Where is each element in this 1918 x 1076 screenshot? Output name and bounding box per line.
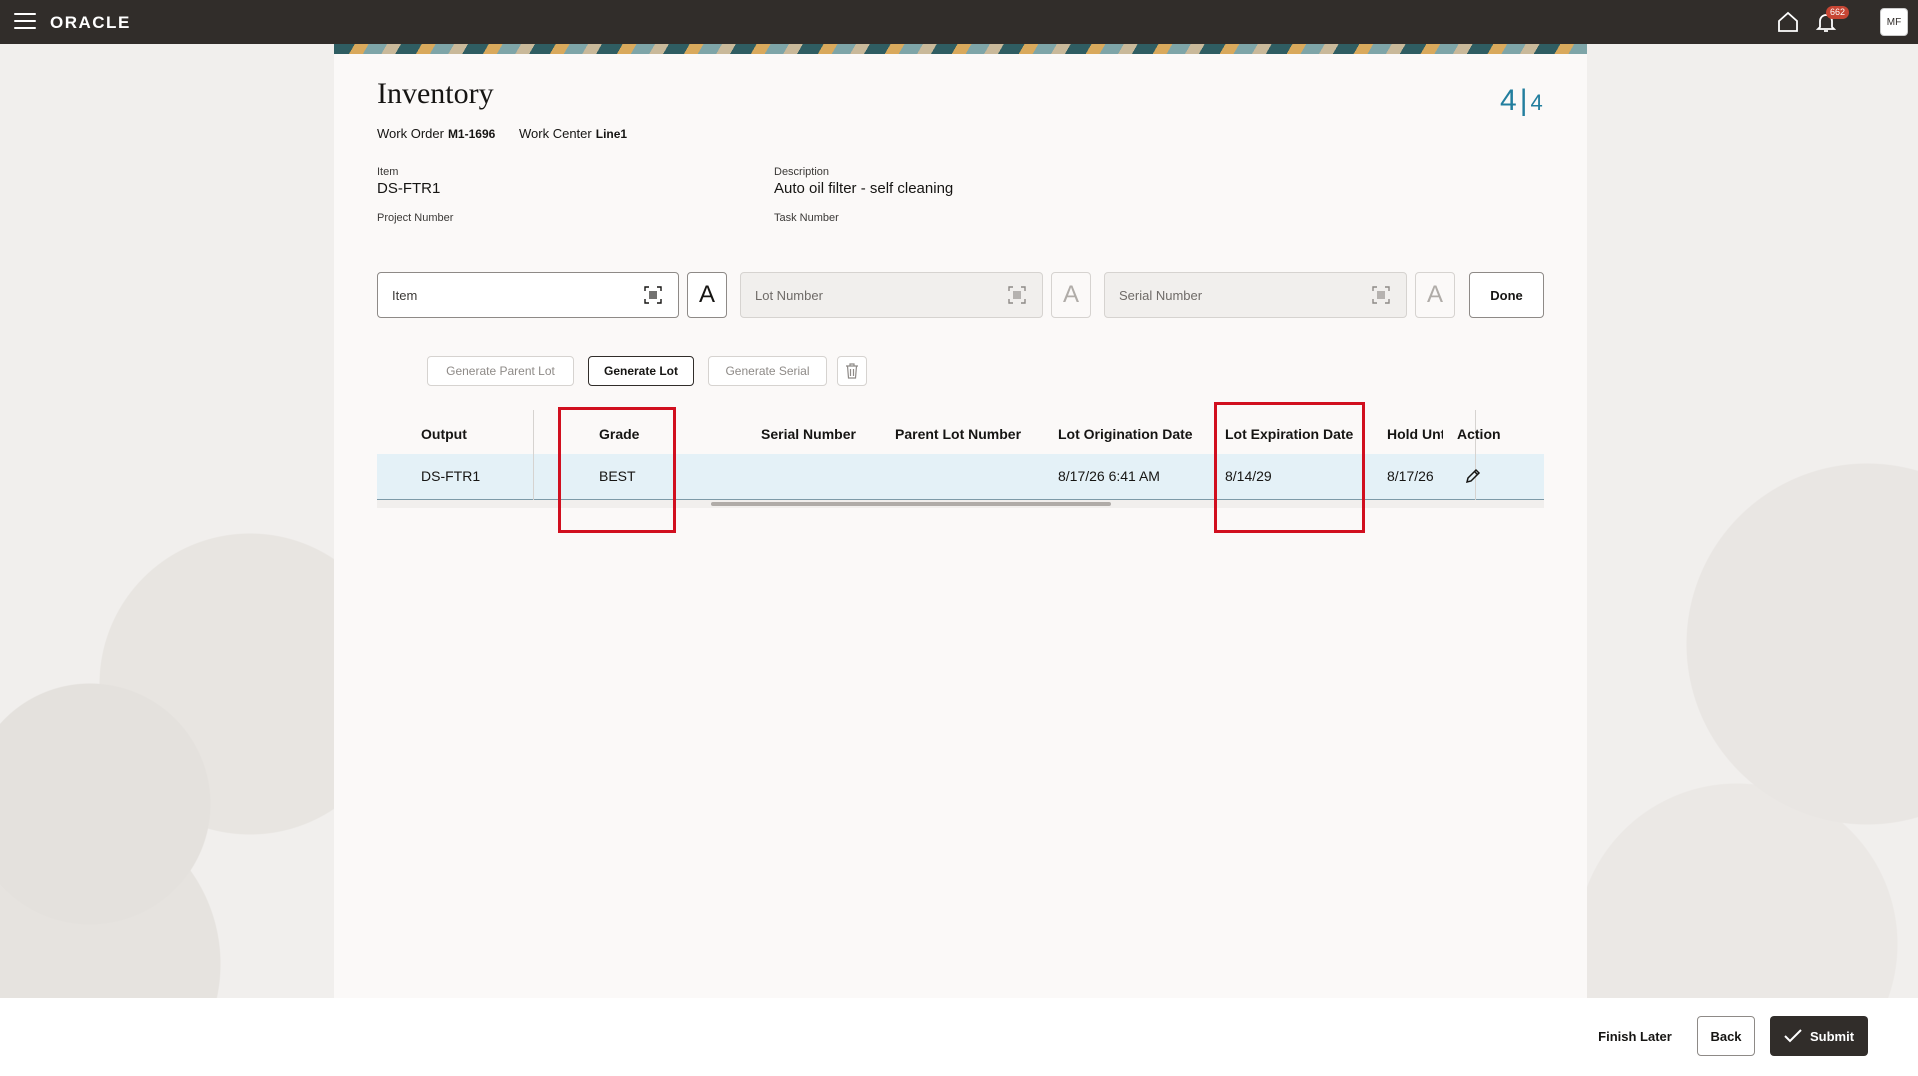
check-icon: [1784, 1029, 1802, 1043]
global-header: ORACLE 662 MF: [0, 0, 1918, 44]
description-label: Description: [774, 166, 830, 178]
highlight-lot-expiration-column: [1214, 402, 1365, 533]
finish-later-button[interactable]: Finish Later: [1587, 1016, 1683, 1056]
item-label: Item: [377, 166, 399, 178]
header-hold-until-date[interactable]: Hold Until Date: [1387, 426, 1443, 442]
cell-lot-origination-date: 8/17/26 6:41 AM: [1058, 468, 1160, 484]
serial-font-toggle-icon[interactable]: A: [1415, 272, 1455, 318]
page-title: Inventory: [377, 77, 494, 110]
background-pattern-right: [1587, 44, 1918, 998]
step-indicator: 4 | 4: [1500, 84, 1543, 118]
header-serial-number[interactable]: Serial Number: [761, 426, 856, 442]
step-current: 4: [1500, 84, 1517, 117]
highlight-grade-column: [558, 407, 676, 533]
barcode-scan-icon[interactable]: [1372, 286, 1390, 304]
decorative-banner: [334, 44, 1587, 54]
table-row[interactable]: [377, 454, 1544, 500]
barcode-scan-icon[interactable]: [1008, 286, 1026, 304]
project-number-label: Project Number: [377, 212, 454, 224]
work-order: Work Order M1-1696: [377, 126, 495, 141]
header-lot-origination-date[interactable]: Lot Origination Date: [1058, 426, 1193, 442]
done-button[interactable]: Done: [1469, 272, 1544, 318]
header-parent-lot-number[interactable]: Parent Lot Number: [895, 426, 1021, 442]
inventory-page: Inventory 4 | 4 Work Order M1-1696 Work C…: [334, 44, 1587, 998]
generate-serial-button[interactable]: Generate Serial: [708, 356, 827, 386]
item-font-toggle-icon[interactable]: A: [687, 272, 727, 318]
notification-badge: 662: [1826, 6, 1850, 19]
scrollbar-thumb[interactable]: [711, 502, 1111, 506]
item-input[interactable]: Item: [377, 272, 679, 318]
header-output[interactable]: Output: [421, 426, 467, 442]
cell-output: DS-FTR1: [421, 468, 481, 484]
work-center: Work Center Line1: [519, 126, 627, 141]
menu-icon[interactable]: [14, 13, 36, 31]
home-icon[interactable]: [1776, 10, 1800, 34]
lot-font-toggle-icon[interactable]: A: [1051, 272, 1091, 318]
column-divider: [533, 410, 534, 500]
back-button[interactable]: Back: [1697, 1016, 1755, 1056]
output-table: Output Grade Serial Number Parent Lot Nu…: [377, 410, 1544, 508]
item-input-placeholder: Item: [392, 287, 418, 303]
work-order-label: Work Order: [377, 126, 444, 141]
lot-number-input[interactable]: Lot Number: [740, 272, 1043, 318]
serial-number-input[interactable]: Serial Number: [1104, 272, 1407, 318]
description-value: Auto oil filter - self cleaning: [774, 180, 954, 197]
delete-button[interactable]: [837, 356, 867, 386]
generate-lot-button[interactable]: Generate Lot: [588, 356, 694, 386]
work-center-value: Line1: [595, 127, 628, 141]
column-divider: [1475, 410, 1476, 500]
work-order-value: M1-1696: [447, 127, 496, 141]
submit-label: Submit: [1809, 1028, 1855, 1044]
task-number-label: Task Number: [774, 212, 839, 224]
submit-button[interactable]: Submit: [1770, 1016, 1868, 1056]
generate-parent-lot-button[interactable]: Generate Parent Lot: [427, 356, 574, 386]
user-avatar[interactable]: MF: [1880, 8, 1908, 36]
barcode-scan-icon[interactable]: [644, 286, 662, 304]
step-separator: |: [1519, 84, 1528, 117]
header-action: Action: [1457, 426, 1501, 442]
pencil-icon[interactable]: [1464, 467, 1482, 485]
work-center-label: Work Center: [519, 126, 592, 141]
cell-hold-until-date: 8/17/26: [1387, 468, 1434, 484]
serial-number-placeholder: Serial Number: [1119, 287, 1203, 303]
step-total: 4: [1530, 90, 1543, 115]
background-pattern-left: [0, 44, 334, 998]
item-value: DS-FTR1: [377, 180, 441, 197]
oracle-logo: ORACLE: [50, 13, 131, 32]
lot-number-placeholder: Lot Number: [755, 287, 823, 303]
trash-icon: [846, 363, 858, 379]
